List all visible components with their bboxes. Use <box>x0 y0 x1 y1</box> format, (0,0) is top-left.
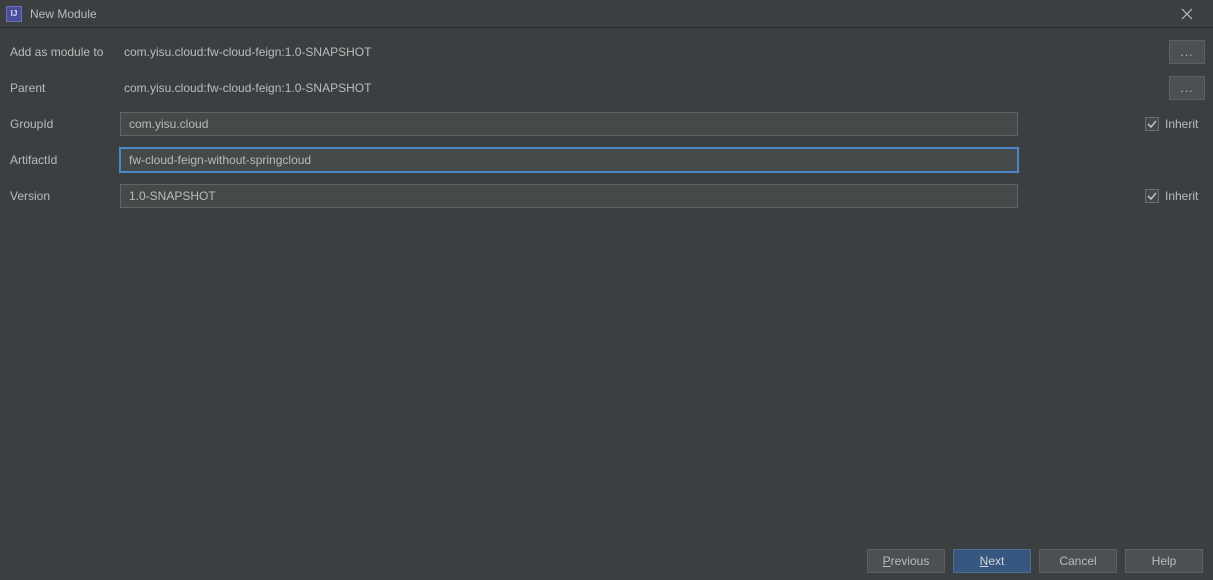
row-artifact-id: ArtifactId <box>8 148 1205 172</box>
footer-buttons: Previous Next Cancel Help <box>0 542 1213 580</box>
inherit-version-checkbox-wrap[interactable]: Inherit <box>1145 189 1205 203</box>
checkbox-checked-icon[interactable] <box>1145 189 1159 203</box>
groupid-input[interactable] <box>120 112 1018 136</box>
checkbox-checked-icon[interactable] <box>1145 117 1159 131</box>
row-add-as-module: Add as module to com.yisu.cloud:fw-cloud… <box>8 40 1205 64</box>
form-content: Add as module to com.yisu.cloud:fw-cloud… <box>0 28 1213 228</box>
inherit-group-checkbox-wrap[interactable]: Inherit <box>1145 117 1205 131</box>
label-artifact-id: ArtifactId <box>8 153 120 167</box>
browse-parent-button[interactable]: ... <box>1169 76 1205 100</box>
titlebar: IJ New Module <box>0 0 1213 28</box>
value-add-as-module: com.yisu.cloud:fw-cloud-feign:1.0-SNAPSH… <box>120 45 371 59</box>
previous-button[interactable]: Previous <box>867 549 945 573</box>
inherit-version-label: Inherit <box>1165 189 1198 203</box>
cancel-button[interactable]: Cancel <box>1039 549 1117 573</box>
value-parent: com.yisu.cloud:fw-cloud-feign:1.0-SNAPSH… <box>120 81 371 95</box>
browse-add-module-button[interactable]: ... <box>1169 40 1205 64</box>
row-version: Version Inherit <box>8 184 1205 208</box>
label-version: Version <box>8 189 120 203</box>
next-button[interactable]: Next <box>953 549 1031 573</box>
artifactid-input[interactable] <box>120 148 1018 172</box>
inherit-group-label: Inherit <box>1165 117 1198 131</box>
label-parent: Parent <box>8 81 120 95</box>
row-parent: Parent com.yisu.cloud:fw-cloud-feign:1.0… <box>8 76 1205 100</box>
window-title: New Module <box>30 7 1167 21</box>
app-icon: IJ <box>6 6 22 22</box>
version-input[interactable] <box>120 184 1018 208</box>
label-add-as-module: Add as module to <box>8 45 120 59</box>
row-group-id: GroupId Inherit <box>8 112 1205 136</box>
close-icon[interactable] <box>1167 0 1207 28</box>
help-button[interactable]: Help <box>1125 549 1203 573</box>
label-group-id: GroupId <box>8 117 120 131</box>
